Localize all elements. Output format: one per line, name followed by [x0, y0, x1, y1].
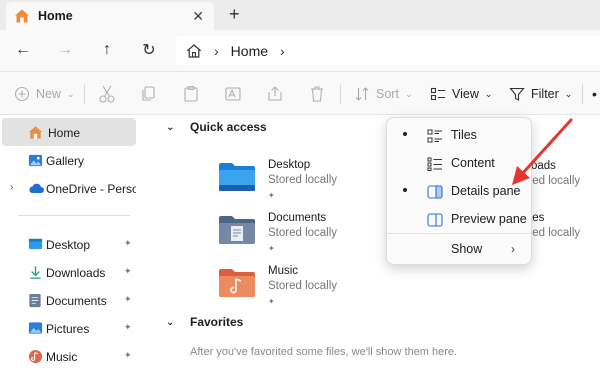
- annotation-arrow-icon: [512, 118, 573, 185]
